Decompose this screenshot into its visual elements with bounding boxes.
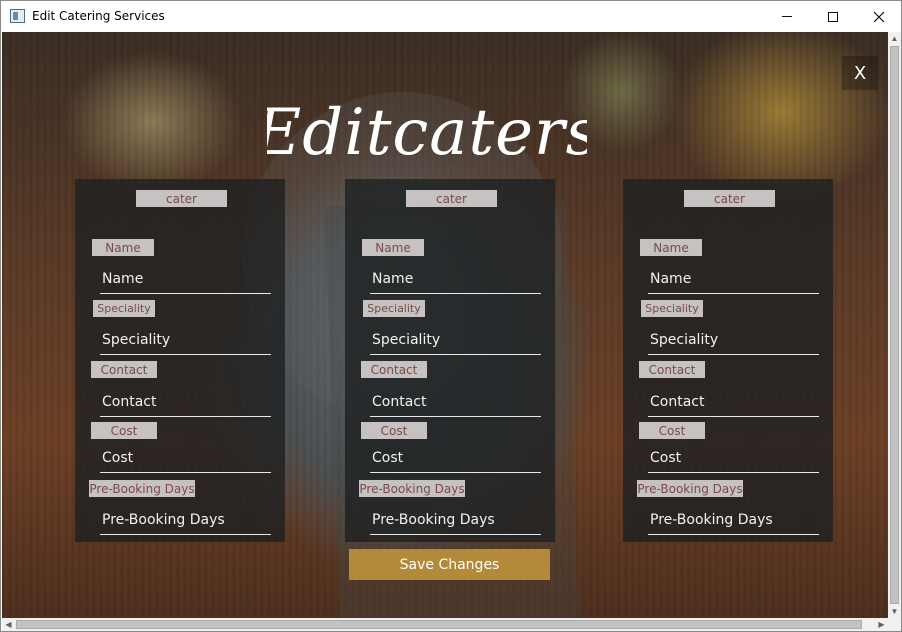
speciality-input[interactable] <box>100 325 271 355</box>
cater-card: cater Name Speciality Contact Cost Pre-B… <box>345 179 555 542</box>
horizontal-scroll-thumb[interactable] <box>16 620 862 629</box>
horizontal-scrollbar[interactable]: ◀ ▶ <box>2 618 888 631</box>
speciality-input[interactable] <box>648 325 819 355</box>
page-title-text: Editcaters <box>267 96 587 170</box>
cost-label: Cost <box>91 422 157 439</box>
app-window: Edit Catering Services X Editcaters cate… <box>0 0 902 632</box>
speciality-label: Speciality <box>363 300 425 317</box>
save-changes-button[interactable]: Save Changes <box>349 549 550 580</box>
cater-card: cater Name Speciality Contact Cost Pre-B… <box>623 179 833 542</box>
close-button[interactable]: X <box>842 56 878 90</box>
vertical-scroll-thumb[interactable] <box>890 46 899 604</box>
name-label: Name <box>640 239 702 256</box>
cost-label: Cost <box>361 422 427 439</box>
cost-input[interactable] <box>370 443 541 473</box>
page-title: Editcaters <box>254 62 599 172</box>
speciality-input[interactable] <box>370 325 541 355</box>
cost-input[interactable] <box>648 443 819 473</box>
cost-input[interactable] <box>100 443 271 473</box>
speciality-label: Speciality <box>93 300 155 317</box>
prebooking-label: Pre-Booking Days <box>637 480 743 497</box>
contact-label: Contact <box>639 361 705 378</box>
name-label: Name <box>92 239 154 256</box>
title-bar[interactable]: Edit Catering Services <box>1 1 901 32</box>
contact-input[interactable] <box>100 387 271 417</box>
app-window-icon <box>10 9 25 23</box>
contact-input[interactable] <box>648 387 819 417</box>
scroll-down-icon[interactable]: ▼ <box>888 605 901 618</box>
maximize-button[interactable] <box>810 1 856 32</box>
minimize-button[interactable] <box>764 1 810 32</box>
scroll-left-icon[interactable]: ◀ <box>2 618 15 631</box>
name-input[interactable] <box>370 264 541 294</box>
prebooking-input[interactable] <box>100 505 271 535</box>
contact-label: Contact <box>91 361 157 378</box>
scrollbar-corner <box>888 618 901 631</box>
window-title: Edit Catering Services <box>32 9 165 23</box>
name-label: Name <box>362 239 424 256</box>
card-title: cater <box>136 190 227 207</box>
cater-card: cater Name Speciality Contact Cost Pre-B… <box>75 179 285 542</box>
content-area: X Editcaters cater Name Speciality Conta… <box>2 32 888 618</box>
prebooking-label: Pre-Booking Days <box>89 480 195 497</box>
prebooking-label: Pre-Booking Days <box>359 480 465 497</box>
close-icon <box>873 11 885 22</box>
name-input[interactable] <box>648 264 819 294</box>
maximize-icon <box>828 11 838 22</box>
window-close-button[interactable] <box>856 1 902 32</box>
contact-input[interactable] <box>370 387 541 417</box>
vertical-scrollbar[interactable]: ▲ ▼ <box>888 32 901 618</box>
minimize-icon <box>782 16 792 17</box>
scroll-up-icon[interactable]: ▲ <box>888 32 901 45</box>
card-title: cater <box>684 190 775 207</box>
contact-label: Contact <box>361 361 427 378</box>
speciality-label: Speciality <box>641 300 703 317</box>
cost-label: Cost <box>639 422 705 439</box>
prebooking-input[interactable] <box>370 505 541 535</box>
prebooking-input[interactable] <box>648 505 819 535</box>
card-title: cater <box>406 190 497 207</box>
name-input[interactable] <box>100 264 271 294</box>
scroll-right-icon[interactable]: ▶ <box>875 618 888 631</box>
